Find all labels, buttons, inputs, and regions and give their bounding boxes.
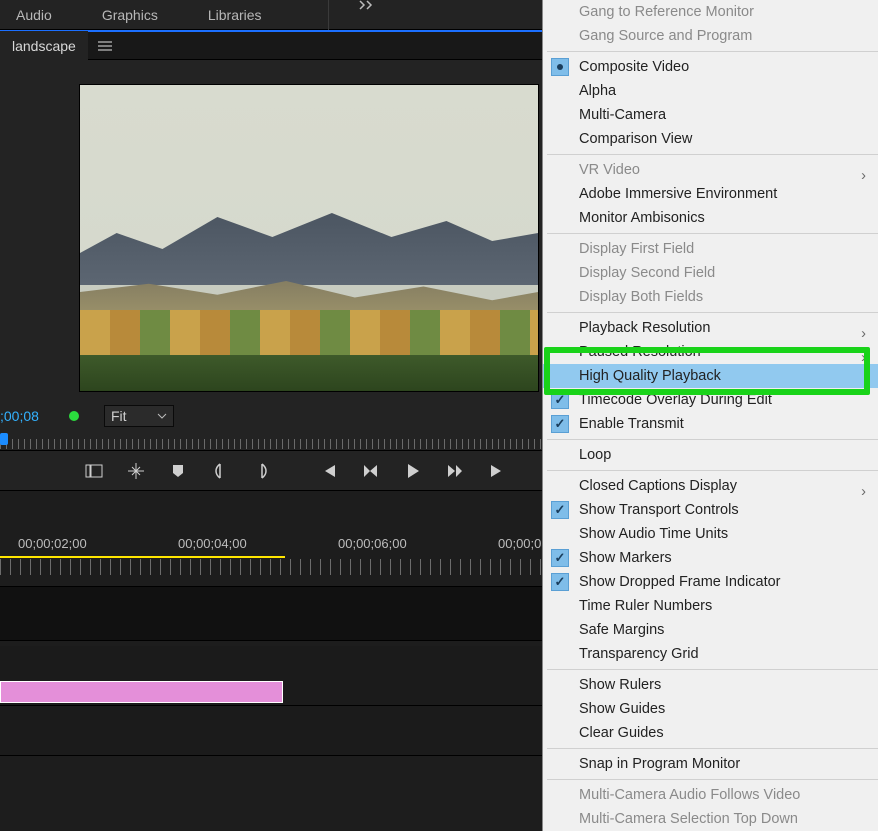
time-label: 00;00;02;00 — [18, 536, 87, 551]
radio-checked-icon — [551, 58, 569, 76]
menu-graphics[interactable]: Graphics — [102, 7, 158, 23]
menu-item-paused-resolution[interactable]: Paused Resolution› — [543, 340, 878, 364]
monitor-playhead-icon[interactable] — [0, 433, 8, 445]
mark-in-icon[interactable] — [206, 459, 234, 483]
menu-item-audio-time-units[interactable]: Show Audio Time Units — [543, 522, 878, 546]
panel-menu-icon[interactable] — [98, 41, 112, 51]
zoom-dropdown[interactable]: Fit — [104, 405, 174, 427]
work-area-bar[interactable] — [0, 556, 285, 558]
mark-out-icon[interactable] — [248, 459, 276, 483]
snap-icon[interactable] — [122, 459, 150, 483]
play-icon[interactable] — [399, 459, 427, 483]
menu-item-show-guides[interactable]: Show Guides — [543, 697, 878, 721]
menu-item-composite-video[interactable]: Composite Video — [543, 55, 878, 79]
menu-item-loop[interactable]: Loop — [543, 443, 878, 467]
menu-item-clear-guides[interactable]: Clear Guides — [543, 721, 878, 745]
menu-overflow-icon[interactable] — [328, 0, 375, 30]
menu-item-enable-transmit[interactable]: ✓ Enable Transmit — [543, 412, 878, 436]
menu-item-timecode-overlay[interactable]: ✓ Timecode Overlay During Edit — [543, 388, 878, 412]
video-preview[interactable] — [79, 84, 539, 392]
menu-item-snap[interactable]: Snap in Program Monitor — [543, 752, 878, 776]
menu-item-gang-source: Gang Source and Program — [543, 24, 878, 48]
menu-item-gang-reference: Gang to Reference Monitor — [543, 0, 878, 24]
menu-item-mc-audio-follows: Multi-Camera Audio Follows Video — [543, 783, 878, 807]
chevron-down-icon — [157, 413, 167, 419]
check-icon: ✓ — [551, 573, 569, 591]
time-label: 00;00;04;00 — [178, 536, 247, 551]
menu-audio[interactable]: Audio — [16, 7, 52, 23]
menu-item-safe-margins[interactable]: Safe Margins — [543, 618, 878, 642]
menu-item-transparency-grid[interactable]: Transparency Grid — [543, 642, 878, 666]
menu-item-multicamera[interactable]: Multi-Camera — [543, 103, 878, 127]
panel-title[interactable]: landscape — [0, 31, 88, 61]
time-label: 00;00;06;00 — [338, 536, 407, 551]
go-to-in-icon[interactable] — [315, 459, 343, 483]
dropped-frame-indicator-icon — [69, 411, 79, 421]
menu-item-both-fields: Display Both Fields — [543, 285, 878, 309]
zoom-value: Fit — [111, 408, 127, 424]
check-icon: ✓ — [551, 415, 569, 433]
menu-item-first-field: Display First Field — [543, 237, 878, 261]
marker-icon[interactable] — [164, 459, 192, 483]
menu-item-show-rulers[interactable]: Show Rulers — [543, 673, 878, 697]
menu-item-comparison-view[interactable]: Comparison View — [543, 127, 878, 151]
menu-item-mc-top-down: Multi-Camera Selection Top Down — [543, 807, 878, 831]
check-icon: ✓ — [551, 501, 569, 519]
menu-item-show-markers[interactable]: ✓ Show Markers — [543, 546, 878, 570]
step-back-icon[interactable] — [357, 459, 385, 483]
menu-item-show-transport[interactable]: ✓ Show Transport Controls — [543, 498, 878, 522]
mark-clip-icon[interactable] — [80, 459, 108, 483]
menu-item-immersive[interactable]: Adobe Immersive Environment — [543, 182, 878, 206]
timecode-display[interactable]: ;00;08 — [0, 408, 39, 424]
check-icon: ✓ — [551, 549, 569, 567]
menu-item-ambisonics[interactable]: Monitor Ambisonics — [543, 206, 878, 230]
menu-libraries[interactable]: Libraries — [208, 7, 262, 23]
menu-item-show-dropped-frame[interactable]: ✓ Show Dropped Frame Indicator — [543, 570, 878, 594]
go-to-out-icon[interactable] — [483, 459, 511, 483]
menu-item-vr-video: VR Video› — [543, 158, 878, 182]
menu-item-alpha[interactable]: Alpha — [543, 79, 878, 103]
menu-item-high-quality-playback[interactable]: High Quality Playback — [543, 364, 878, 388]
check-icon: ✓ — [551, 391, 569, 409]
menu-item-time-ruler-numbers[interactable]: Time Ruler Numbers — [543, 594, 878, 618]
menu-item-playback-resolution[interactable]: Playback Resolution› — [543, 316, 878, 340]
menu-item-closed-captions[interactable]: Closed Captions Display› — [543, 474, 878, 498]
monitor-settings-menu: Gang to Reference Monitor Gang Source an… — [542, 0, 878, 831]
timeline-clip[interactable] — [0, 681, 283, 703]
step-forward-icon[interactable] — [441, 459, 469, 483]
menu-item-second-field: Display Second Field — [543, 261, 878, 285]
